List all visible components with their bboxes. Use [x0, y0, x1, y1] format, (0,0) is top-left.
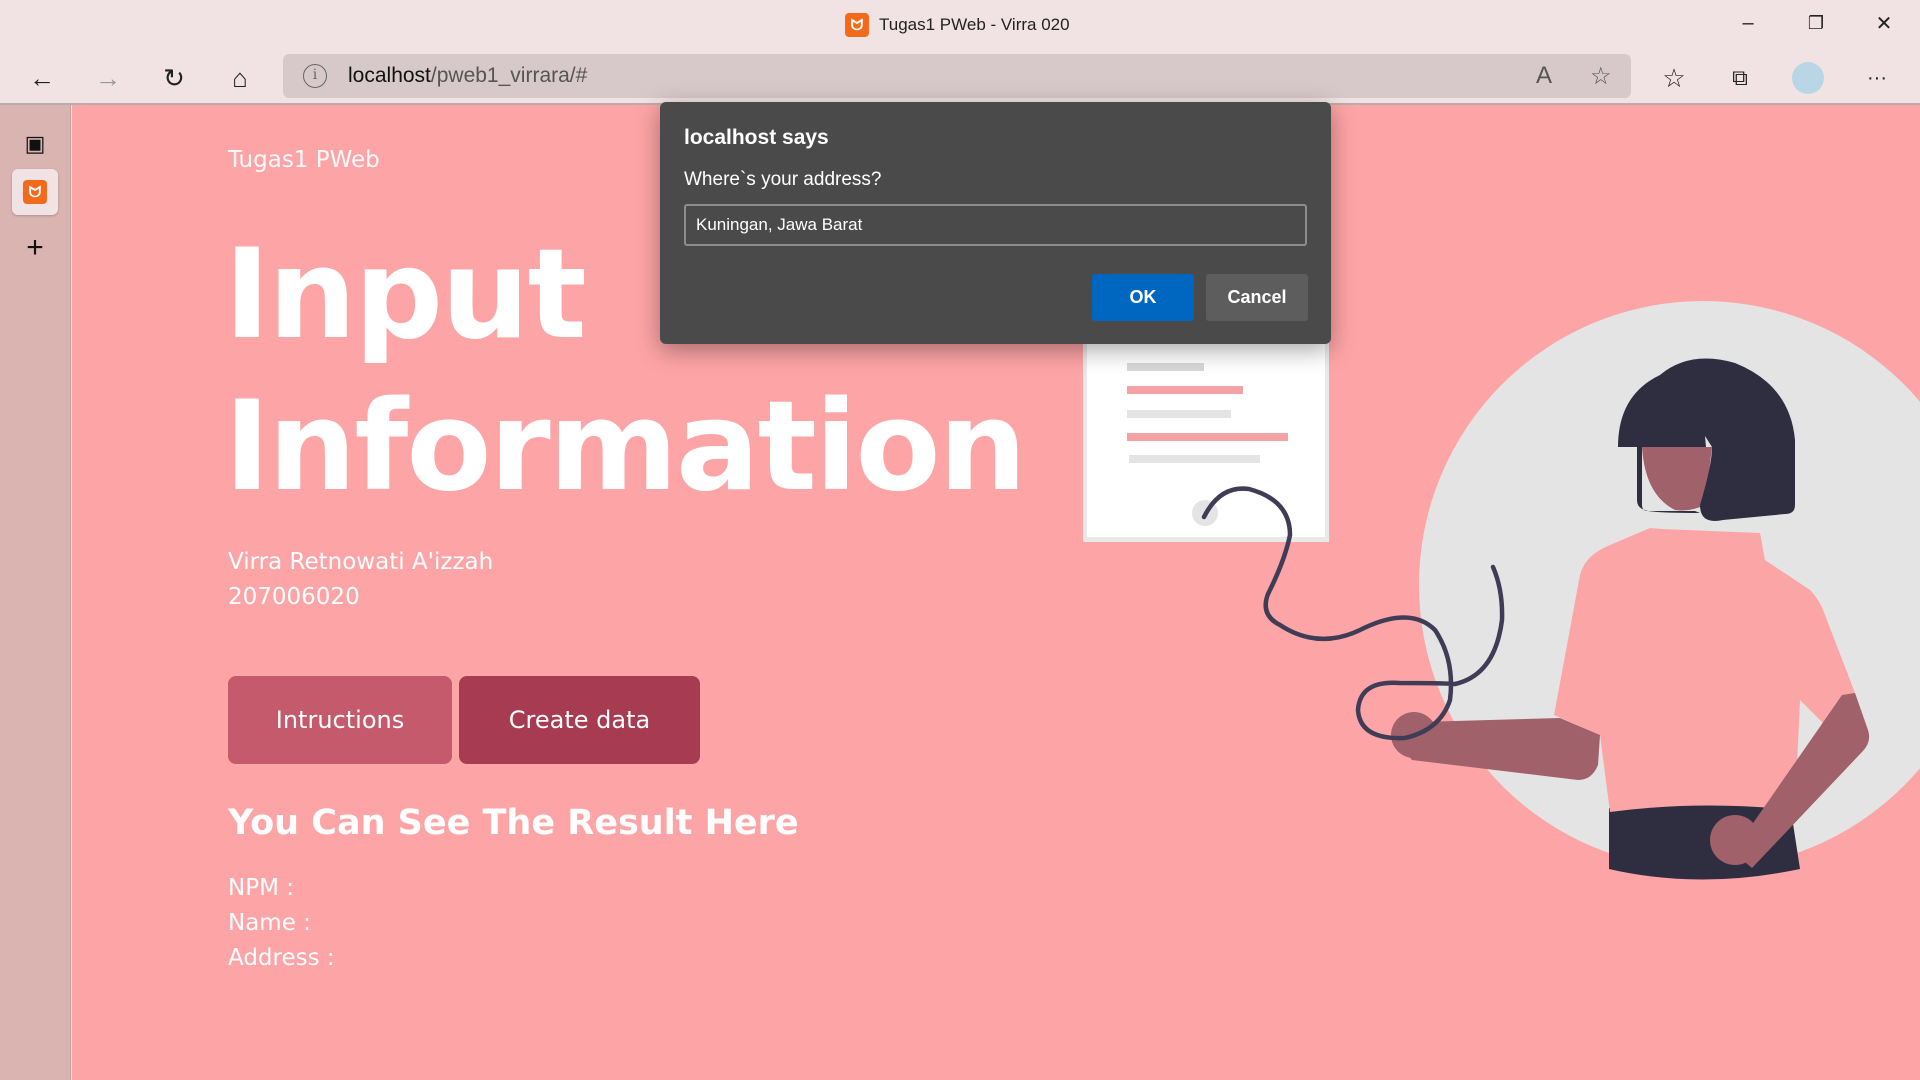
dialog-title: localhost says — [684, 126, 829, 149]
prompt-dialog: localhost says Where`s your address? OK … — [660, 102, 1331, 344]
ok-button[interactable]: OK — [1092, 274, 1194, 321]
cancel-button[interactable]: Cancel — [1206, 274, 1308, 321]
dialog-message: Where`s your address? — [684, 169, 882, 190]
address-input[interactable] — [684, 204, 1307, 246]
